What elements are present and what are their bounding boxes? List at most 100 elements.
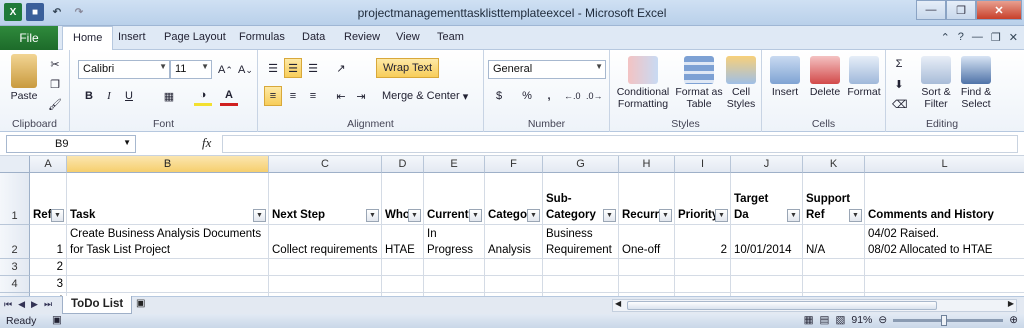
zoom-slider-knob[interactable] bbox=[941, 314, 948, 326]
cell-h3[interactable] bbox=[619, 259, 675, 276]
format-as-table-button[interactable]: Format as Table bbox=[674, 56, 724, 110]
increase-indent-icon[interactable]: ⇥ bbox=[352, 86, 370, 106]
filter-dropdown-icon[interactable]: ▼ bbox=[787, 209, 800, 222]
align-center-icon[interactable]: ≡ bbox=[284, 86, 302, 106]
sort-filter-button[interactable]: Sort & Filter bbox=[916, 56, 956, 110]
cell-b4[interactable] bbox=[67, 276, 269, 293]
format-painter-icon[interactable]: 🖌 bbox=[46, 94, 64, 114]
filter-dropdown-icon[interactable]: ▼ bbox=[715, 209, 728, 222]
fx-icon[interactable]: fx bbox=[202, 135, 211, 151]
align-bottom-icon[interactable]: ☰ bbox=[304, 58, 322, 78]
fill-color-icon[interactable]: ◑ bbox=[194, 86, 212, 106]
cell-g4[interactable] bbox=[543, 276, 619, 293]
merge-center-button[interactable]: Merge & Center ▾ bbox=[378, 86, 472, 106]
scroll-right-icon[interactable]: ▶ bbox=[1008, 299, 1014, 308]
grow-font-icon[interactable]: A ⌃ bbox=[216, 60, 235, 80]
font-color-icon[interactable]: A bbox=[220, 86, 238, 106]
cell-d2[interactable]: HTAE bbox=[382, 225, 424, 259]
orientation-icon[interactable]: ↗ bbox=[332, 58, 350, 78]
align-top-icon[interactable]: ☰ bbox=[264, 58, 282, 78]
cell-a3[interactable]: 2 bbox=[30, 259, 67, 276]
scroll-left-icon[interactable]: ◀ bbox=[615, 299, 621, 308]
column-header-d[interactable]: D bbox=[382, 156, 424, 173]
column-header-e[interactable]: E bbox=[424, 156, 485, 173]
cell-j3[interactable] bbox=[731, 259, 803, 276]
column-header-a[interactable]: A bbox=[30, 156, 67, 173]
cell-d3[interactable] bbox=[382, 259, 424, 276]
cell-f4[interactable] bbox=[485, 276, 543, 293]
underline-button[interactable]: U bbox=[120, 86, 138, 106]
tab-data[interactable]: Data bbox=[302, 31, 325, 43]
cell-i4[interactable] bbox=[675, 276, 731, 293]
percent-style-button[interactable]: % bbox=[518, 86, 536, 106]
prev-sheet-icon[interactable]: ◀ bbox=[18, 299, 25, 310]
page-break-view-icon[interactable]: ▧ bbox=[835, 314, 845, 326]
increase-decimal-icon[interactable]: ←.0 bbox=[562, 86, 583, 106]
cell-k2[interactable]: N/A bbox=[803, 225, 865, 259]
cell-g3[interactable] bbox=[543, 259, 619, 276]
copy-icon[interactable]: ❐ bbox=[46, 74, 64, 94]
cell-b2[interactable]: Create Business Analysis Documents for T… bbox=[67, 225, 269, 259]
fill-icon[interactable]: ⬇ bbox=[890, 74, 908, 94]
select-all-corner[interactable] bbox=[0, 156, 30, 173]
column-header-c[interactable]: C bbox=[269, 156, 382, 173]
minimize-ribbon-icon[interactable]: ⌃ bbox=[941, 31, 950, 44]
cell-a2[interactable]: 1 bbox=[30, 225, 67, 259]
filter-dropdown-icon[interactable]: ▼ bbox=[469, 209, 482, 222]
formula-input[interactable] bbox=[222, 135, 1018, 153]
comma-style-button[interactable]: , bbox=[540, 86, 558, 106]
cell-e4[interactable] bbox=[424, 276, 485, 293]
first-sheet-icon[interactable]: ⏮ bbox=[4, 299, 12, 310]
tab-page-layout[interactable]: Page Layout bbox=[164, 31, 226, 43]
borders-icon[interactable]: ▦ bbox=[160, 86, 178, 106]
align-left-icon[interactable]: ≡ bbox=[264, 86, 282, 106]
cell-f2[interactable]: Analysis bbox=[485, 225, 543, 259]
window-close-icon[interactable]: ✕ bbox=[1009, 31, 1018, 44]
clear-icon[interactable]: ⌫ bbox=[890, 94, 910, 114]
align-middle-icon[interactable]: ☰ bbox=[284, 58, 302, 78]
cell-styles-button[interactable]: Cell Styles bbox=[724, 56, 758, 110]
filter-dropdown-icon[interactable]: ▼ bbox=[527, 209, 540, 222]
name-box[interactable]: B9 ▼ bbox=[6, 135, 136, 153]
font-size-select[interactable]: 11 ▼ bbox=[170, 60, 212, 79]
cell-e2[interactable]: In Progress bbox=[424, 225, 485, 259]
tab-insert[interactable]: Insert bbox=[118, 31, 146, 43]
autosum-icon[interactable]: Σ bbox=[890, 54, 908, 74]
cut-icon[interactable]: ✂ bbox=[46, 54, 64, 74]
italic-button[interactable]: I bbox=[100, 86, 118, 106]
tab-review[interactable]: Review bbox=[344, 31, 380, 43]
tab-home[interactable]: Home bbox=[62, 26, 114, 51]
column-header-h[interactable]: H bbox=[619, 156, 675, 173]
tab-file[interactable]: File bbox=[0, 26, 58, 50]
close-button[interactable]: ✕ bbox=[976, 0, 1022, 20]
cell-c4[interactable] bbox=[269, 276, 382, 293]
paste-button[interactable]: Paste bbox=[6, 54, 42, 102]
help-icon[interactable]: ? bbox=[958, 31, 964, 44]
delete-cells-button[interactable]: Delete bbox=[806, 56, 844, 98]
align-right-icon[interactable]: ≡ bbox=[304, 86, 322, 106]
cell-h2[interactable]: One-off bbox=[619, 225, 675, 259]
filter-dropdown-icon[interactable]: ▼ bbox=[603, 209, 616, 222]
filter-dropdown-icon[interactable]: ▼ bbox=[849, 209, 862, 222]
cell-d4[interactable] bbox=[382, 276, 424, 293]
column-header-g[interactable]: G bbox=[543, 156, 619, 173]
column-header-i[interactable]: I bbox=[675, 156, 731, 173]
filter-dropdown-icon[interactable]: ▼ bbox=[408, 209, 421, 222]
normal-view-icon[interactable]: ▦ bbox=[804, 314, 814, 326]
zoom-slider[interactable] bbox=[893, 314, 1004, 326]
row-header-3[interactable]: 3 bbox=[0, 259, 30, 276]
conditional-formatting-button[interactable]: Conditional Formatting bbox=[614, 56, 672, 110]
insert-cells-button[interactable]: Insert bbox=[766, 56, 804, 98]
filter-dropdown-icon[interactable]: ▼ bbox=[659, 209, 672, 222]
cell-b3[interactable] bbox=[67, 259, 269, 276]
tab-team[interactable]: Team bbox=[437, 31, 464, 43]
cell-i2[interactable]: 2 bbox=[675, 225, 731, 259]
horizontal-scroll-thumb[interactable] bbox=[627, 301, 937, 310]
tab-formulas[interactable]: Formulas bbox=[239, 31, 285, 43]
filter-dropdown-icon[interactable]: ▼ bbox=[366, 209, 379, 222]
column-header-j[interactable]: J bbox=[731, 156, 803, 173]
cell-f3[interactable] bbox=[485, 259, 543, 276]
page-layout-view-icon[interactable]: ▤ bbox=[820, 314, 830, 326]
number-format-select[interactable]: General ▼ bbox=[488, 60, 606, 79]
next-sheet-icon[interactable]: ▶ bbox=[31, 299, 38, 310]
